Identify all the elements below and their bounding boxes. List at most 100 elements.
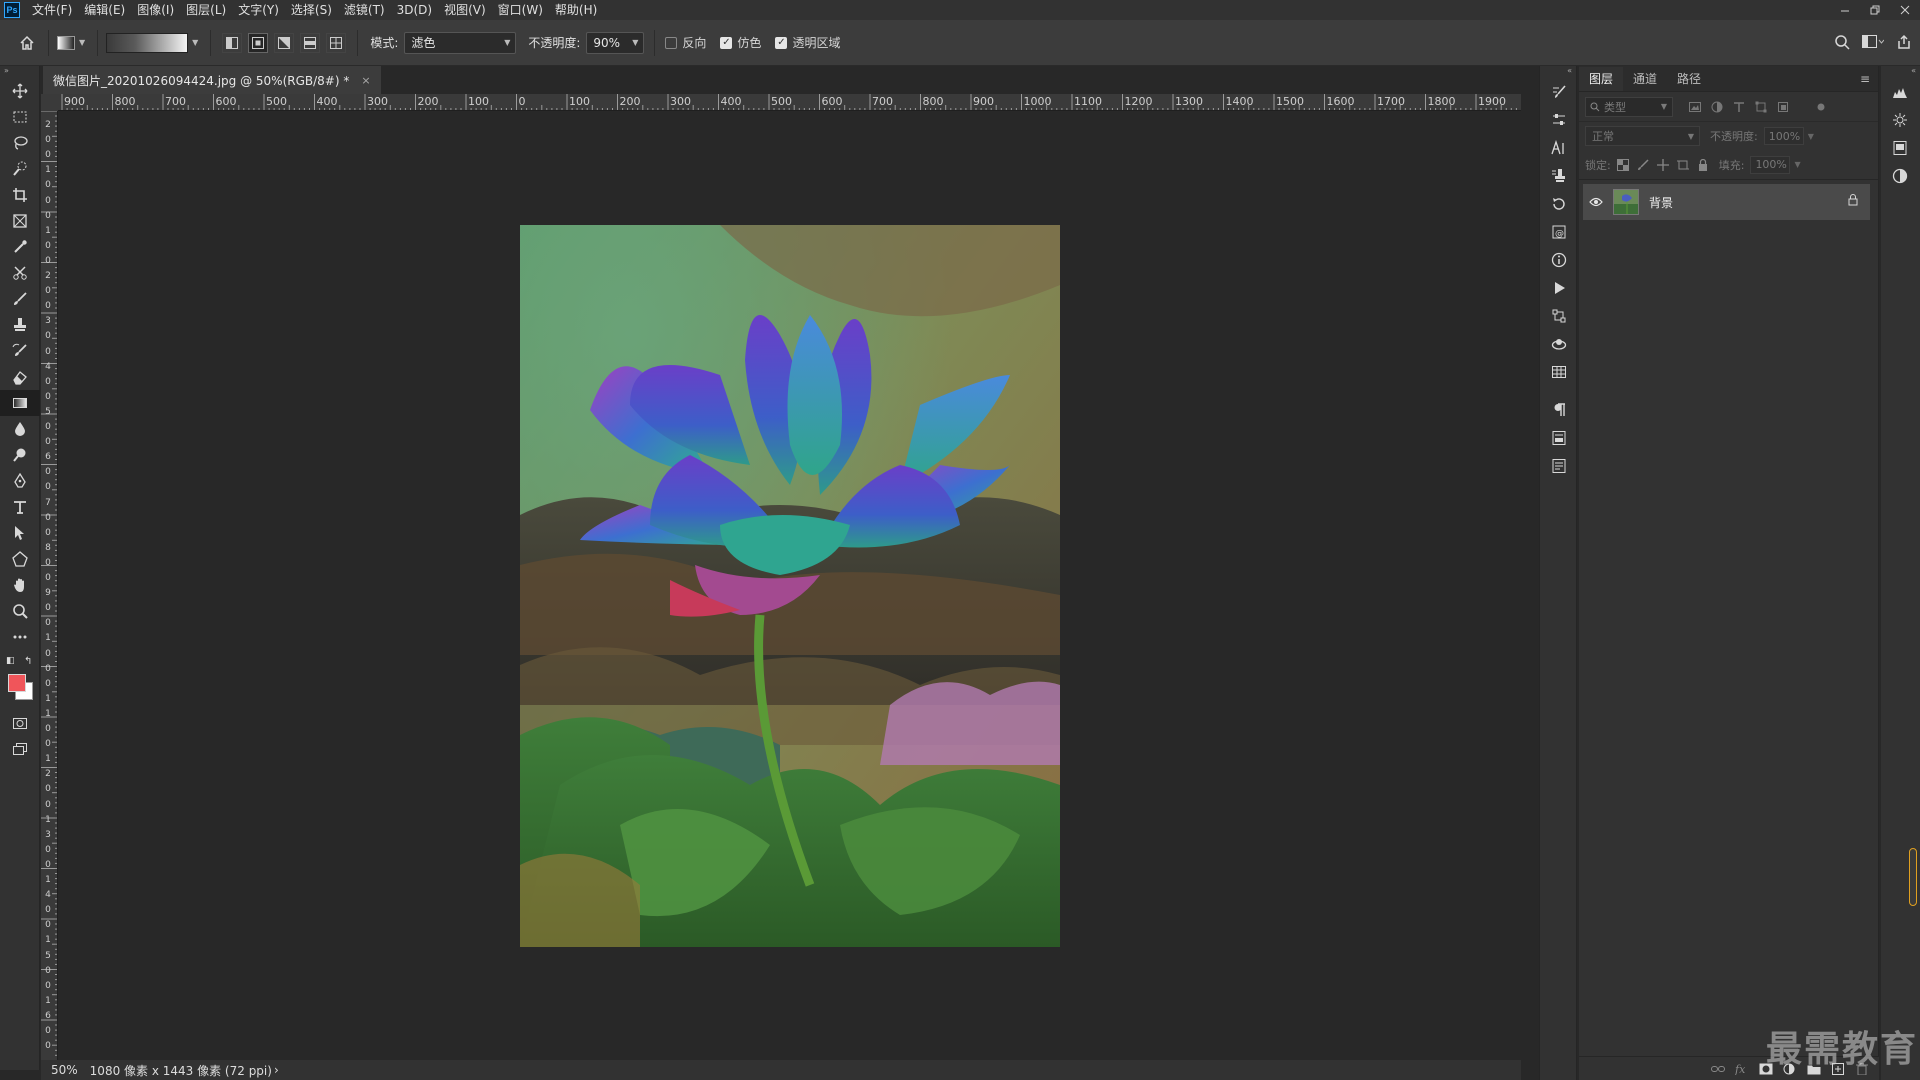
screen-mode-icon[interactable]: [0, 736, 40, 762]
angle-gradient-icon[interactable]: [274, 32, 295, 53]
shape-filter-icon[interactable]: [1755, 101, 1767, 113]
brush-tool-icon[interactable]: [0, 286, 40, 312]
brush-settings-icon[interactable]: [1540, 78, 1578, 106]
chevron-down-icon[interactable]: ▼: [79, 38, 85, 47]
document-image[interactable]: [520, 225, 1060, 947]
histogram-icon[interactable]: [1881, 78, 1919, 106]
eyedropper-tool-icon[interactable]: [0, 234, 40, 260]
clone-source-icon[interactable]: [1540, 162, 1578, 190]
dither-checkbox[interactable]: ✓: [720, 36, 733, 49]
home-icon[interactable]: [14, 30, 40, 56]
paragraph-icon[interactable]: [1540, 396, 1578, 424]
type-filter-icon[interactable]: [1733, 101, 1745, 113]
chevron-down-icon[interactable]: ▼: [1794, 160, 1800, 169]
menu-item[interactable]: 帮助(H): [549, 0, 603, 20]
path-selection-tool-icon[interactable]: [0, 520, 40, 546]
pixel-filter-icon[interactable]: [1689, 101, 1701, 113]
tab-channels[interactable]: 通道: [1623, 67, 1667, 91]
dodge-tool-icon[interactable]: [0, 442, 40, 468]
collapse-icon[interactable]: »: [0, 66, 39, 78]
navigator-icon[interactable]: [1881, 106, 1919, 134]
gradient-tool-icon[interactable]: [0, 390, 40, 416]
move-tool-icon[interactable]: [0, 78, 40, 104]
layer-filter-dropdown[interactable]: 类型 ▼: [1585, 96, 1673, 117]
layer-thumbnail[interactable]: [1613, 189, 1639, 215]
menu-item[interactable]: 文字(Y): [232, 0, 285, 20]
history-icon[interactable]: [1540, 190, 1578, 218]
share-icon[interactable]: [1896, 34, 1912, 53]
chevron-down-icon[interactable]: ▼: [1808, 132, 1814, 141]
3d-icon[interactable]: [1540, 330, 1578, 358]
tab-paths[interactable]: 路径: [1667, 67, 1711, 91]
horizontal-ruler[interactable]: 900 800 700 600 500 400 300 200 100 0 100 200 300 400…: [58, 94, 1521, 111]
gradient-preview[interactable]: [106, 32, 189, 53]
crop-tool-icon[interactable]: [0, 182, 40, 208]
foreground-color-swatch[interactable]: [8, 674, 26, 692]
lock-artboard-icon[interactable]: [1676, 159, 1689, 171]
linear-gradient-icon[interactable]: [222, 32, 243, 53]
minimize-icon[interactable]: [1830, 0, 1860, 20]
layer-opacity-input[interactable]: 100%: [1763, 127, 1804, 145]
more-tools-icon[interactable]: [0, 624, 40, 650]
info-icon[interactable]: [1540, 246, 1578, 274]
search-icon[interactable]: [1834, 34, 1850, 53]
menu-item[interactable]: 图像(I): [131, 0, 180, 20]
menu-item[interactable]: 编辑(E): [78, 0, 131, 20]
radial-gradient-icon[interactable]: [248, 32, 269, 53]
quick-selection-tool-icon[interactable]: [0, 156, 40, 182]
close-window-icon[interactable]: [1890, 0, 1920, 20]
menu-item[interactable]: 3D(D): [391, 0, 438, 20]
restore-icon[interactable]: [1860, 0, 1890, 20]
lock-transparency-icon[interactable]: [1616, 158, 1629, 171]
adjustments-icon[interactable]: [1540, 106, 1578, 134]
fill-input[interactable]: 100%: [1750, 155, 1791, 174]
swap-colors-icon[interactable]: ↰: [24, 656, 32, 667]
table-grid-icon[interactable]: [1540, 358, 1578, 386]
panel-scrollbar[interactable]: [1909, 848, 1917, 906]
zoom-tool-icon[interactable]: [0, 598, 40, 624]
menu-item[interactable]: 滤镜(T): [338, 0, 391, 20]
adjustment-filter-icon[interactable]: [1711, 101, 1723, 113]
collapse-icon[interactable]: «: [1540, 66, 1576, 78]
opacity-input[interactable]: 90% ▼: [586, 31, 645, 54]
document-tab[interactable]: 微信图片_20201026094424.jpg @ 50%(RGB/8#) * …: [43, 66, 381, 94]
zoom-level[interactable]: 50%: [51, 1063, 78, 1077]
paragraph-styles-icon[interactable]: [1540, 424, 1578, 452]
layer-item[interactable]: 背景: [1583, 184, 1870, 220]
quick-mask-icon[interactable]: [0, 710, 40, 736]
type-tool-icon[interactable]: [0, 494, 40, 520]
photoshop-logo-icon[interactable]: Ps: [4, 2, 20, 18]
character-icon[interactable]: [1540, 134, 1578, 162]
menu-item[interactable]: 视图(V): [438, 0, 492, 20]
hand-tool-icon[interactable]: [0, 572, 40, 598]
link-layers-icon[interactable]: [1711, 1063, 1725, 1075]
history-brush-tool-icon[interactable]: [0, 338, 40, 364]
pen-tool-icon[interactable]: [0, 468, 40, 494]
transparency-checkbox[interactable]: ✓: [775, 36, 788, 49]
paths-icon[interactable]: [1540, 302, 1578, 330]
tab-layers[interactable]: 图层: [1579, 67, 1624, 91]
tool-preset-icon[interactable]: [57, 35, 75, 50]
diamond-gradient-icon[interactable]: [326, 32, 347, 53]
ruler-corner[interactable]: [41, 94, 58, 111]
frame-tool-icon[interactable]: [0, 208, 40, 234]
reverse-checkbox[interactable]: [665, 36, 678, 49]
blur-tool-icon[interactable]: [0, 416, 40, 442]
chevron-right-icon[interactable]: ›: [274, 1063, 279, 1077]
canvas-area[interactable]: [58, 111, 1521, 1060]
libraries-icon[interactable]: [1881, 134, 1919, 162]
clone-stamp-tool-icon[interactable]: [0, 312, 40, 338]
lock-all-icon[interactable]: [1697, 158, 1709, 171]
menu-item[interactable]: 图层(L): [180, 0, 232, 20]
default-colors-icon[interactable]: ◧: [6, 656, 15, 666]
blend-mode-dropdown[interactable]: 正常 ▼: [1585, 126, 1700, 146]
close-tab-icon[interactable]: ×: [361, 74, 370, 87]
fx-icon[interactable]: fx: [1735, 1063, 1749, 1075]
collapse-icon[interactable]: «: [1881, 66, 1920, 78]
actions-play-icon[interactable]: [1540, 274, 1578, 302]
vertical-ruler[interactable]: 2 0 0 1 0 0 0 1 0 0 2 0 0 3 0 0 4 0 0 5 0 0 6 0 0 7 0 0 8 0 0 9 0 0 1 0 0 0 1 1…: [41, 111, 58, 1060]
menu-item[interactable]: 窗口(W): [492, 0, 549, 20]
chevron-down-icon[interactable]: ▼: [192, 38, 198, 47]
eye-icon[interactable]: [1583, 197, 1609, 207]
shape-tool-icon[interactable]: [0, 546, 40, 572]
